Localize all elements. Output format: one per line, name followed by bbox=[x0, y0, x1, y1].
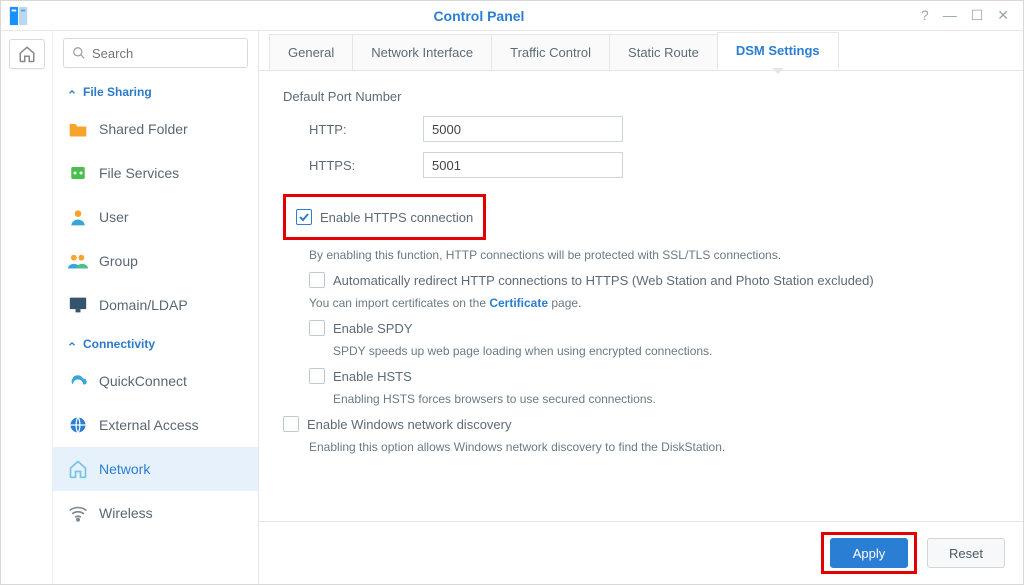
sidebar-group-file-sharing[interactable]: File Sharing bbox=[53, 75, 258, 107]
https-label: HTTPS: bbox=[283, 158, 423, 173]
tab-traffic-control[interactable]: Traffic Control bbox=[491, 34, 610, 70]
enable-wnd-label: Enable Windows network discovery bbox=[307, 417, 511, 432]
network-icon bbox=[67, 459, 89, 479]
certificate-link[interactable]: Certificate bbox=[489, 296, 548, 310]
titlebar: Control Panel ? — ☐ ✕ bbox=[1, 1, 1023, 31]
sidebar-item-network[interactable]: Network bbox=[53, 447, 258, 491]
app-icon bbox=[1, 1, 37, 31]
footer: Apply Reset bbox=[259, 521, 1023, 584]
sidebar-item-label: Group bbox=[99, 253, 138, 269]
sidebar-group-connectivity[interactable]: Connectivity bbox=[53, 327, 258, 359]
sidebar-item-file-services[interactable]: File Services bbox=[53, 151, 258, 195]
sidebar-item-external-access[interactable]: External Access bbox=[53, 403, 258, 447]
http-port-input[interactable] bbox=[423, 116, 623, 142]
redirect-https-checkbox[interactable] bbox=[309, 272, 325, 288]
enable-spdy-checkbox[interactable] bbox=[309, 320, 325, 336]
http-port-row: HTTP: bbox=[283, 116, 999, 142]
tab-network-interface[interactable]: Network Interface bbox=[352, 34, 492, 70]
search-icon bbox=[72, 46, 86, 60]
enable-https-checkbox-row[interactable]: Enable HTTPS connection bbox=[296, 209, 473, 225]
sidebar: File Sharing Shared Folder File Services… bbox=[53, 31, 259, 584]
redirect-https-row[interactable]: Automatically redirect HTTP connections … bbox=[283, 272, 999, 288]
sidebar-item-label: QuickConnect bbox=[99, 373, 187, 389]
tab-bar: General Network Interface Traffic Contro… bbox=[259, 31, 1023, 71]
close-icon[interactable]: ✕ bbox=[997, 7, 1009, 24]
sidebar-item-label: Network bbox=[99, 461, 150, 477]
search-input[interactable] bbox=[92, 46, 239, 61]
http-label: HTTP: bbox=[283, 122, 423, 137]
enable-spdy-row[interactable]: Enable SPDY bbox=[283, 320, 999, 336]
apply-highlight: Apply bbox=[821, 532, 917, 574]
window-title: Control Panel bbox=[37, 8, 921, 24]
enable-https-checkbox[interactable] bbox=[296, 209, 312, 225]
redirect-https-label: Automatically redirect HTTP connections … bbox=[333, 273, 874, 288]
tab-dsm-settings[interactable]: DSM Settings bbox=[717, 32, 839, 70]
sidebar-item-label: Wireless bbox=[99, 505, 153, 521]
enable-wnd-row[interactable]: Enable Windows network discovery bbox=[283, 416, 999, 432]
main-panel: General Network Interface Traffic Contro… bbox=[259, 31, 1023, 584]
apply-button[interactable]: Apply bbox=[830, 538, 908, 568]
sidebar-item-quickconnect[interactable]: QuickConnect bbox=[53, 359, 258, 403]
sidebar-item-wireless[interactable]: Wireless bbox=[53, 491, 258, 535]
enable-https-label: Enable HTTPS connection bbox=[320, 210, 473, 225]
wnd-help: Enabling this option allows Windows netw… bbox=[309, 440, 999, 454]
group-icon bbox=[67, 251, 89, 271]
reset-button[interactable]: Reset bbox=[927, 538, 1005, 568]
minimize-icon[interactable]: — bbox=[943, 7, 957, 24]
sidebar-item-shared-folder[interactable]: Shared Folder bbox=[53, 107, 258, 151]
wireless-icon bbox=[67, 503, 89, 523]
sidebar-item-domain-ldap[interactable]: Domain/LDAP bbox=[53, 283, 258, 327]
domain-ldap-icon bbox=[67, 295, 89, 315]
chevron-up-icon bbox=[67, 339, 77, 349]
https-port-input[interactable] bbox=[423, 152, 623, 178]
help-icon[interactable]: ? bbox=[921, 7, 929, 24]
external-access-icon bbox=[67, 415, 89, 435]
shared-folder-icon bbox=[67, 119, 89, 139]
sidebar-item-group[interactable]: Group bbox=[53, 239, 258, 283]
sidebar-group-label: File Sharing bbox=[83, 85, 152, 99]
https-port-row: HTTPS: bbox=[283, 152, 999, 178]
search-input-wrap[interactable] bbox=[63, 38, 248, 68]
hsts-help: Enabling HSTS forces browsers to use sec… bbox=[333, 392, 999, 406]
sidebar-item-label: User bbox=[99, 209, 129, 225]
quickconnect-icon bbox=[67, 371, 89, 391]
icon-column bbox=[1, 31, 53, 584]
file-services-icon bbox=[67, 163, 89, 183]
chevron-up-icon bbox=[67, 87, 77, 97]
enable-hsts-label: Enable HSTS bbox=[333, 369, 412, 384]
enable-spdy-label: Enable SPDY bbox=[333, 321, 413, 336]
sidebar-group-label: Connectivity bbox=[83, 337, 155, 351]
sidebar-item-label: File Services bbox=[99, 165, 179, 181]
tab-general[interactable]: General bbox=[269, 34, 353, 70]
user-icon bbox=[67, 207, 89, 227]
content-area: Default Port Number HTTP: HTTPS: Enable … bbox=[259, 71, 1023, 521]
sidebar-item-label: External Access bbox=[99, 417, 199, 433]
enable-hsts-row[interactable]: Enable HSTS bbox=[283, 368, 999, 384]
tab-static-route[interactable]: Static Route bbox=[609, 34, 718, 70]
enable-wnd-checkbox[interactable] bbox=[283, 416, 299, 432]
enable-https-help: By enabling this function, HTTP connecti… bbox=[309, 248, 999, 262]
certificate-hint: You can import certificates on the Certi… bbox=[309, 296, 999, 310]
sidebar-item-label: Domain/LDAP bbox=[99, 297, 188, 313]
sidebar-item-user[interactable]: User bbox=[53, 195, 258, 239]
control-panel-window: Control Panel ? — ☐ ✕ File Sharing bbox=[0, 0, 1024, 585]
enable-hsts-checkbox[interactable] bbox=[309, 368, 325, 384]
spdy-help: SPDY speeds up web page loading when usi… bbox=[333, 344, 999, 358]
enable-https-highlight: Enable HTTPS connection bbox=[283, 194, 486, 240]
home-button[interactable] bbox=[9, 39, 45, 69]
section-title: Default Port Number bbox=[283, 89, 999, 104]
maximize-icon[interactable]: ☐ bbox=[971, 7, 984, 24]
sidebar-item-label: Shared Folder bbox=[99, 121, 188, 137]
window-controls: ? — ☐ ✕ bbox=[921, 7, 1023, 24]
